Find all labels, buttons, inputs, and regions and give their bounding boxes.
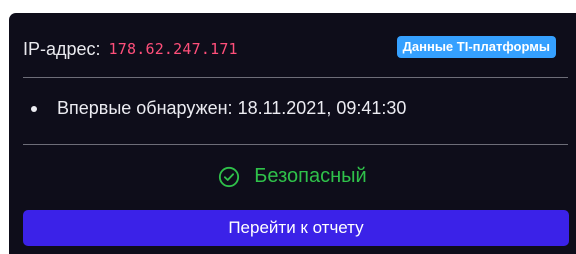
- check-circle-icon: [219, 166, 240, 187]
- first-seen-text: Впервые обнаружен: 18.11.2021, 09:41:30: [57, 98, 407, 118]
- bullet-icon: [31, 105, 37, 112]
- divider: [23, 144, 568, 145]
- first-seen-item: Впервые обнаружен: 18.11.2021, 09:41:30: [31, 98, 406, 119]
- status-label: Безопасный: [254, 165, 367, 187]
- ti-platform-badge[interactable]: Данные TI-платформы: [396, 36, 556, 58]
- ip-address-value: 178.62.247.171: [108, 40, 238, 58]
- ip-address-label: IP-адрес:: [23, 38, 101, 59]
- status-indicator: Безопасный: [9, 165, 576, 188]
- divider: [23, 77, 568, 78]
- go-to-report-button[interactable]: Перейти к отчету: [23, 210, 569, 246]
- ip-header: IP-адрес: 178.62.247.171 Данные TI-платф…: [23, 36, 562, 62]
- ip-info-card: IP-адрес: 178.62.247.171 Данные TI-платф…: [9, 13, 576, 254]
